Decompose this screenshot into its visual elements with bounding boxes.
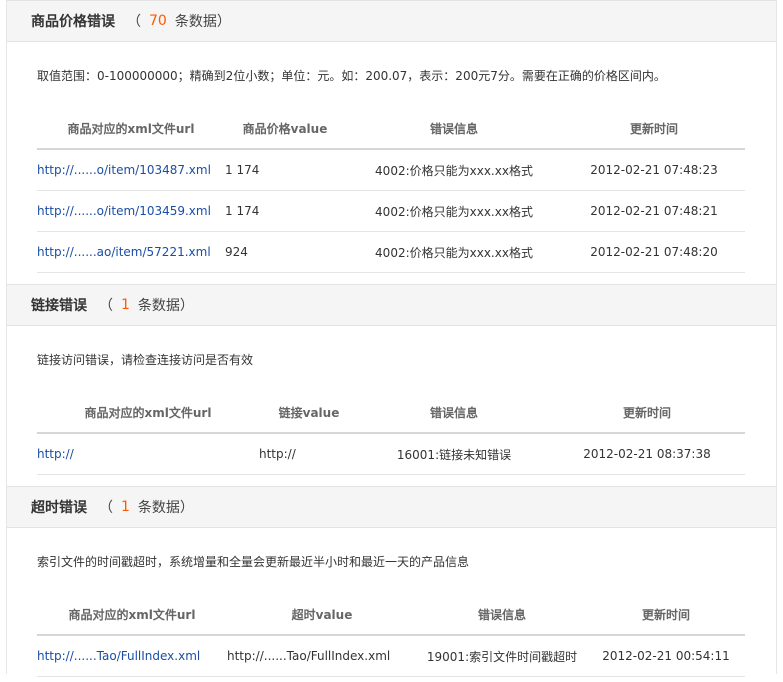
link-value: http:// xyxy=(259,433,359,475)
column-header-info: 错误信息 xyxy=(345,108,563,150)
column-header-time: 更新时间 xyxy=(563,108,745,150)
price-value: 1 174 xyxy=(225,149,345,191)
table-header-row: 商品对应的xml文件url 商品价格value 错误信息 更新时间 xyxy=(37,108,745,150)
section-description: 取值范围：0-100000000；精确到2位小数；单位：元。如：200.07，表… xyxy=(37,68,666,83)
section-header: 商品价格错误 （ 70 条数据） xyxy=(7,0,776,42)
section-header: 超时错误 （ 1 条数据） xyxy=(7,486,776,528)
table-header-row: 商品对应的xml文件url 链接value 错误信息 更新时间 xyxy=(37,392,745,434)
xml-url-link[interactable]: http://......ao/item/57221.xml xyxy=(37,245,211,259)
error-info: 19001:索引文件时间戳超时 xyxy=(417,635,587,677)
column-header-value: 链接value xyxy=(259,392,359,434)
table-row: http://......Tao/FullIndex.xml http://..… xyxy=(37,635,745,677)
table-row: http:// http:// 16001:链接未知错误 2012-02-21 … xyxy=(37,433,745,475)
error-info: 16001:链接未知错误 xyxy=(359,433,549,475)
error-count: 1 xyxy=(121,499,130,515)
price-value: 924 xyxy=(225,231,345,273)
error-count: 70 xyxy=(149,13,167,29)
update-time: 2012-02-21 08:37:38 xyxy=(549,433,745,475)
table-row: http://......o/item/103459.xml 1 174 400… xyxy=(37,190,745,232)
column-header-url: 商品对应的xml文件url xyxy=(37,392,259,434)
section-title: 链接错误 xyxy=(31,298,87,314)
section-description: 链接访问错误，请检查连接访问是否有效 xyxy=(37,352,254,367)
error-table: 商品对应的xml文件url 链接value 错误信息 更新时间 http:// … xyxy=(37,392,745,475)
column-header-time: 更新时间 xyxy=(587,594,745,636)
column-header-time: 更新时间 xyxy=(549,392,745,434)
section-description: 索引文件的时间戳超时，系统增量和全量会更新最近半小时和最近一天的产品信息 xyxy=(37,554,470,569)
count-unit: 条数据） xyxy=(137,500,194,516)
timeout-error-section: 超时错误 （ 1 条数据） 索引文件的时间戳超时，系统增量和全量会更新最近半小时… xyxy=(6,486,777,677)
error-info: 4002:价格只能为xxx.xx格式 xyxy=(345,149,563,191)
xml-url-link[interactable]: http://......Tao/FullIndex.xml xyxy=(37,649,200,663)
table-row: http://......ao/item/57221.xml 924 4002:… xyxy=(37,231,745,273)
column-header-url: 商品对应的xml文件url xyxy=(37,594,227,636)
count-open: （ xyxy=(99,298,113,314)
error-table: 商品对应的xml文件url 商品价格value 错误信息 更新时间 http:/… xyxy=(37,108,745,273)
column-header-value: 商品价格value xyxy=(225,108,345,150)
error-report-page: 商品价格错误 （ 70 条数据） 取值范围：0-100000000；精确到2位小… xyxy=(0,0,783,682)
count-open: （ xyxy=(127,14,141,30)
error-count: 1 xyxy=(121,297,130,313)
update-time: 2012-02-21 07:48:20 xyxy=(563,231,745,273)
price-value: 1 174 xyxy=(225,190,345,232)
column-header-info: 错误信息 xyxy=(417,594,587,636)
timeout-value: http://......Tao/FullIndex.xml xyxy=(227,635,417,677)
error-table: 商品对应的xml文件url 超时value 错误信息 更新时间 http://.… xyxy=(37,594,745,677)
section-title: 商品价格错误 xyxy=(31,14,115,30)
column-header-url: 商品对应的xml文件url xyxy=(37,108,225,150)
column-header-info: 错误信息 xyxy=(359,392,549,434)
section-header: 链接错误 （ 1 条数据） xyxy=(7,284,776,326)
error-info: 4002:价格只能为xxx.xx格式 xyxy=(345,190,563,232)
update-time: 2012-02-21 07:48:23 xyxy=(563,149,745,191)
xml-url-link[interactable]: http://......o/item/103459.xml xyxy=(37,204,211,218)
link-error-section: 链接错误 （ 1 条数据） 链接访问错误，请检查连接访问是否有效 商品对应的xm… xyxy=(6,284,777,486)
update-time: 2012-02-21 00:54:11 xyxy=(587,635,745,677)
count-unit: 条数据） xyxy=(174,14,231,30)
column-header-value: 超时value xyxy=(227,594,417,636)
section-title: 超时错误 xyxy=(31,500,87,516)
count-unit: 条数据） xyxy=(137,298,194,314)
update-time: 2012-02-21 07:48:21 xyxy=(563,190,745,232)
xml-url-link[interactable]: http:// xyxy=(37,447,74,461)
xml-url-link[interactable]: http://......o/item/103487.xml xyxy=(37,163,211,177)
count-open: （ xyxy=(99,500,113,516)
price-error-section: 商品价格错误 （ 70 条数据） 取值范围：0-100000000；精确到2位小… xyxy=(6,0,777,284)
error-info: 4002:价格只能为xxx.xx格式 xyxy=(345,231,563,273)
table-header-row: 商品对应的xml文件url 超时value 错误信息 更新时间 xyxy=(37,594,745,636)
table-row: http://......o/item/103487.xml 1 174 400… xyxy=(37,149,745,191)
